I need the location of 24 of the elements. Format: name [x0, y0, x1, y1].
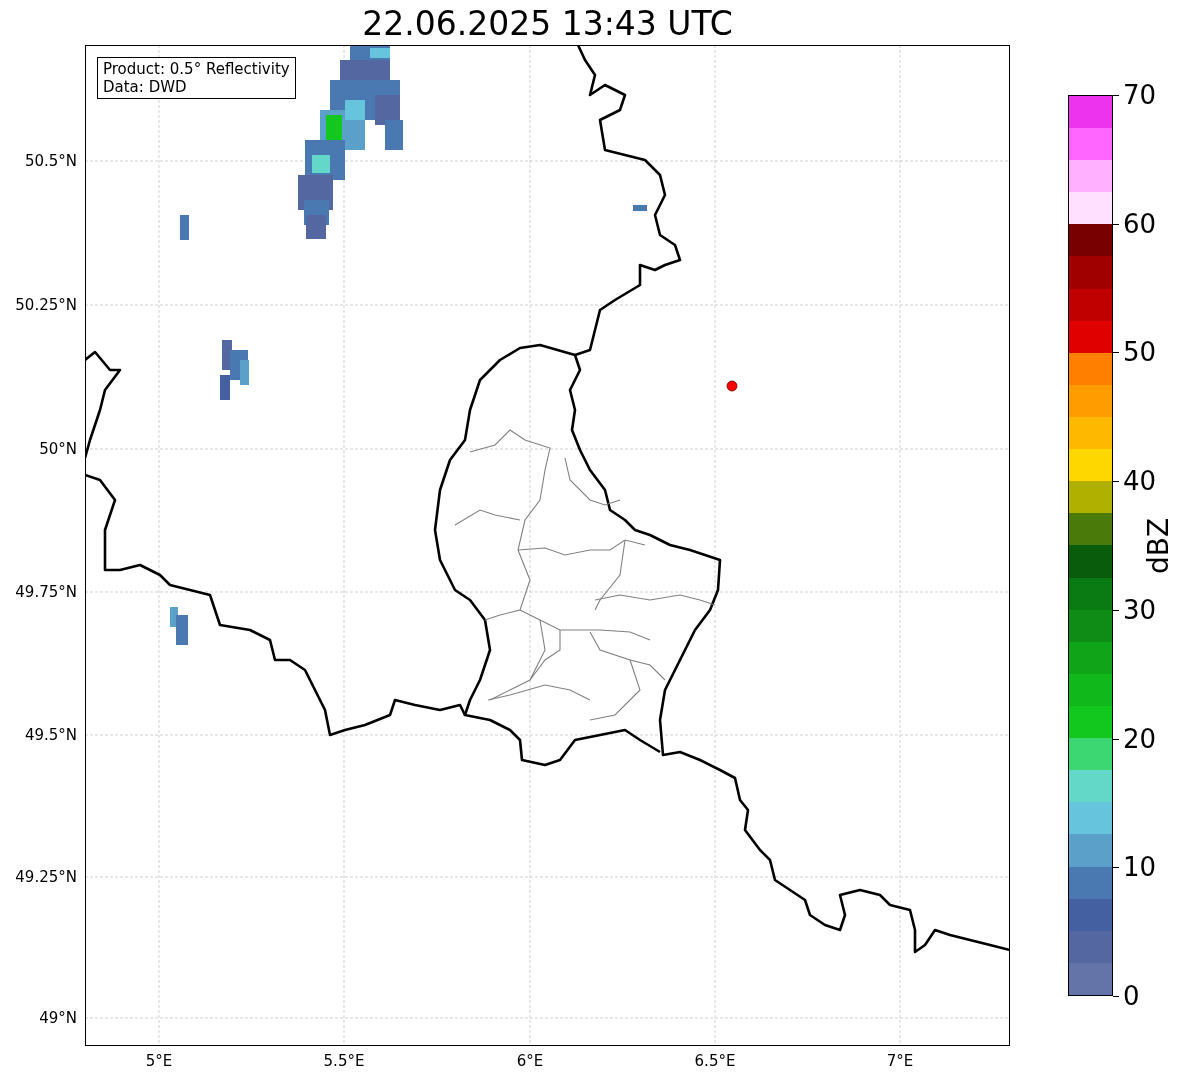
colorbar-tick-label: 10: [1113, 852, 1157, 883]
latitude-label: 49.5°N: [24, 726, 77, 744]
figure-title: 22.06.2025 13:43 UTC: [362, 5, 733, 43]
colorbar-tick-label: 40: [1113, 466, 1157, 497]
colorbar-tick-label: 0: [1113, 981, 1140, 1011]
colorbar-tick-label: 70: [1113, 80, 1157, 110]
latitude-label: 49.75°N: [15, 583, 77, 601]
latitude-label: 50°N: [39, 440, 77, 458]
latitude-label: 49.25°N: [15, 868, 77, 886]
longitude-label: 5°E: [145, 1052, 173, 1070]
colorbar-tick-label: 20: [1113, 723, 1157, 754]
info-box: Product: 0.5° Reflectivity Data: DWD: [97, 57, 296, 99]
longitude-label: 7°E: [886, 1052, 914, 1070]
colorbar-tick-label: 60: [1113, 208, 1157, 239]
longitude-label: 5.5°E: [323, 1052, 365, 1070]
latitude-label: 50.5°N: [24, 152, 77, 170]
location-marker: [726, 380, 738, 392]
latitude-label: 49°N: [39, 1009, 77, 1027]
longitude-label: 6.5°E: [694, 1052, 736, 1070]
longitude-label: 6°E: [516, 1052, 544, 1070]
colorbar-tick-label: 50: [1113, 337, 1157, 368]
colorbar-tick-label: 30: [1113, 594, 1157, 625]
latitude-label: 50.25°N: [15, 296, 77, 314]
colorbar-axis-label: dBZ: [1141, 517, 1175, 574]
